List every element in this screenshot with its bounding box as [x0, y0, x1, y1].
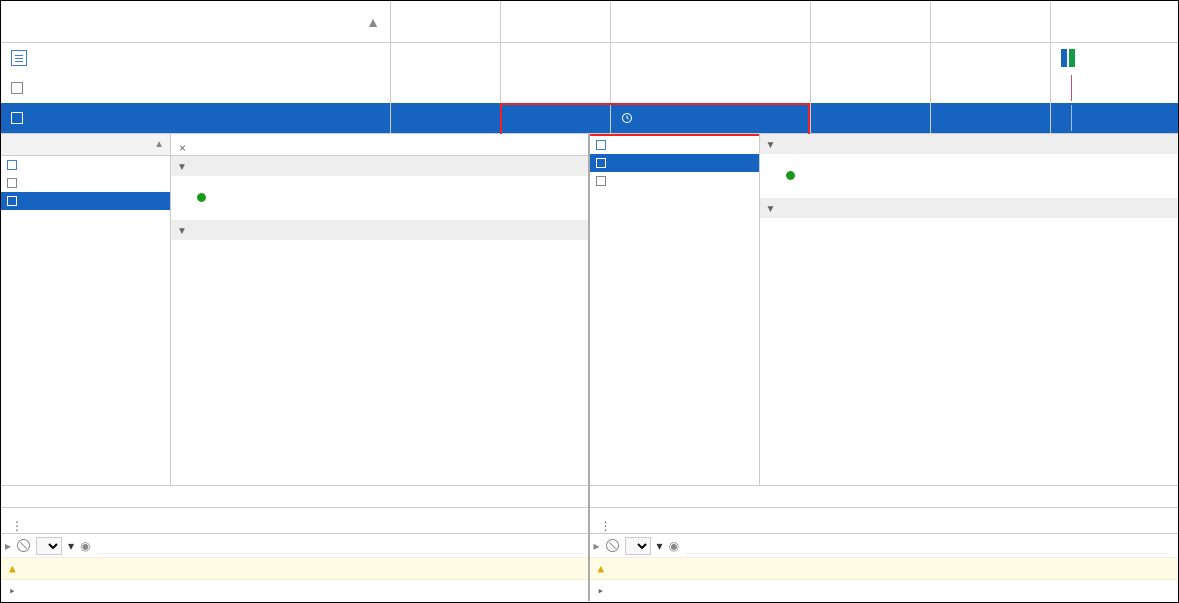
clear-console-button[interactable]	[606, 539, 619, 552]
context-select[interactable]	[36, 537, 62, 555]
waterfall-bar	[1069, 49, 1075, 67]
file-icon	[11, 82, 23, 94]
console-filter-input[interactable]	[685, 537, 1168, 554]
clear-console-button[interactable]	[17, 539, 30, 552]
status-ok-icon	[197, 193, 206, 202]
live-expression-button[interactable]: ◉	[669, 539, 679, 553]
status-ok-icon	[786, 171, 795, 180]
file-icon	[596, 176, 606, 186]
column-header-time[interactable]	[931, 1, 1051, 42]
file-icon	[596, 158, 606, 168]
mini-list-item-selected[interactable]	[1, 192, 170, 210]
console-sidebar-toggle[interactable]: ▸	[594, 539, 600, 553]
mini-list-item[interactable]	[1, 156, 170, 174]
column-header-status[interactable]	[391, 1, 501, 42]
close-button[interactable]: ×	[175, 141, 190, 155]
network-row-selected[interactable]	[1, 103, 1178, 133]
sort-asc-icon: ▲	[154, 139, 164, 150]
waterfall-marker	[1071, 75, 1072, 101]
section-response-headers[interactable]: ▼	[760, 198, 1179, 218]
document-icon	[596, 140, 606, 150]
initiator-link[interactable]	[611, 73, 811, 103]
column-header-type[interactable]	[501, 1, 611, 42]
collapse-icon: ▼	[177, 226, 187, 237]
section-general[interactable]: ▼	[171, 156, 588, 176]
column-header-initiator[interactable]	[611, 1, 811, 42]
mini-list-item[interactable]	[1, 174, 170, 192]
console-sidebar-toggle[interactable]: ▸	[5, 539, 11, 553]
file-icon	[7, 196, 17, 206]
waterfall-bar	[1061, 49, 1067, 67]
document-icon	[11, 50, 27, 66]
section-response-headers[interactable]: ▼	[171, 220, 588, 240]
more-tabs-button[interactable]: ⋮	[7, 519, 27, 533]
column-header-name[interactable]: ▲	[1, 1, 391, 42]
console-log[interactable]: ▸	[590, 580, 1179, 601]
expand-icon[interactable]: ▸	[9, 584, 16, 597]
file-icon	[7, 178, 17, 188]
mini-list-item[interactable]	[590, 136, 759, 154]
console-warning: ▲	[590, 558, 1179, 580]
collapse-icon: ▼	[766, 204, 776, 215]
sort-asc-icon: ▲	[366, 14, 380, 30]
more-tabs-button[interactable]: ⋮	[596, 519, 616, 533]
console-log[interactable]: ▸	[1, 580, 588, 601]
console-warning: ▲	[1, 558, 588, 580]
column-header-size[interactable]	[811, 1, 931, 42]
section-general[interactable]: ▼	[760, 134, 1179, 154]
warning-icon: ▲	[9, 562, 16, 575]
mini-column-header[interactable]: ▲	[1, 134, 170, 156]
file-icon	[11, 112, 23, 124]
document-icon	[7, 160, 17, 170]
collapse-icon: ▼	[177, 162, 187, 173]
preflight-icon	[621, 112, 633, 124]
expand-icon[interactable]: ▸	[598, 584, 605, 597]
live-expression-button[interactable]: ◉	[80, 539, 90, 553]
warning-icon: ▲	[598, 562, 605, 575]
network-row[interactable]	[1, 43, 1178, 73]
network-row[interactable]	[1, 73, 1178, 103]
waterfall-marker	[1071, 105, 1072, 131]
mini-list-item[interactable]	[590, 172, 759, 190]
column-header-waterfall[interactable]	[1051, 1, 1178, 42]
mini-list-item-selected[interactable]	[590, 154, 759, 172]
console-filter-input[interactable]	[97, 537, 584, 554]
collapse-icon: ▼	[766, 140, 776, 151]
context-select[interactable]	[625, 537, 651, 555]
